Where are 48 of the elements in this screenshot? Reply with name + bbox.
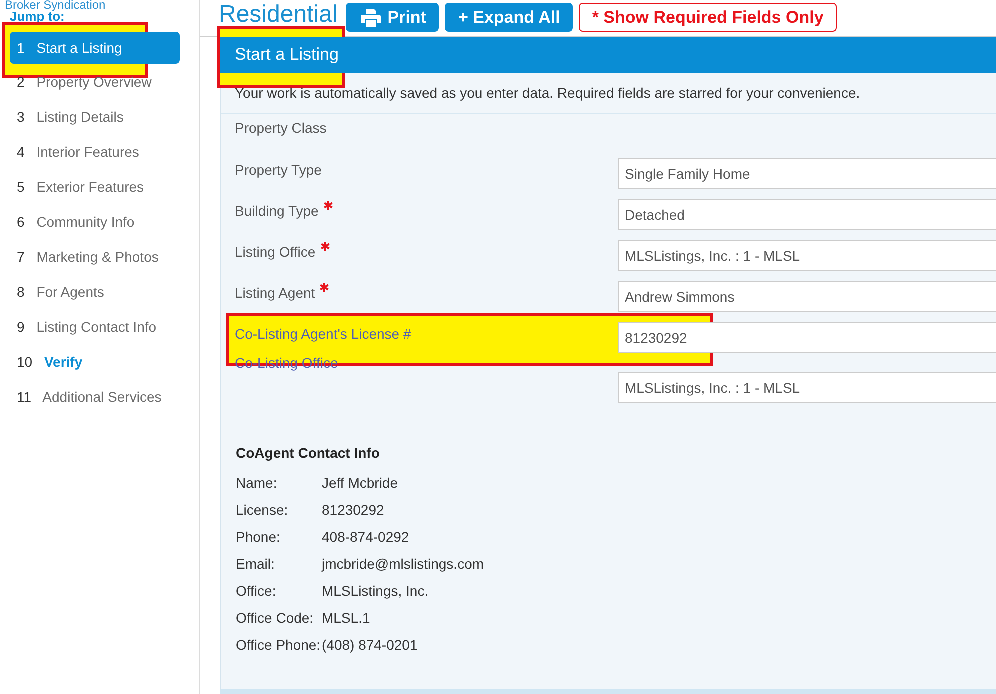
- notice-text: Your work is automatically saved as you enter data. Required fields are starred for your convenience.: [221, 73, 996, 114]
- field-label: Co-Listing Office: [235, 355, 338, 371]
- sidebar-item[interactable]: 11 Additional Services: [10, 379, 180, 414]
- sidebar-item[interactable]: 9 Listing Contact Info: [10, 309, 180, 344]
- sidebar-item[interactable]: 10 Verify: [10, 344, 180, 379]
- contact-label: Office Phone:: [236, 636, 321, 655]
- contact-value: (408) 874-0201: [322, 636, 418, 655]
- field-label: Building Type: [235, 203, 319, 219]
- sidebar-item[interactable]: 6 Community Info: [10, 204, 180, 239]
- sidebar-item[interactable]: 3 Listing Details: [10, 99, 180, 134]
- print-button[interactable]: Print: [346, 3, 440, 32]
- contact-value: 408-874-0292: [322, 528, 410, 547]
- section-title-bar: Start a Listing: [220, 37, 996, 73]
- printer-icon: [360, 8, 381, 26]
- contact-value: MLSL.1: [322, 609, 370, 628]
- sidebar-item[interactable]: 2 Property Overview: [10, 64, 180, 99]
- input-field[interactable]: Detached: [618, 199, 996, 230]
- contact-title: CoAgent Contact Info: [236, 445, 381, 461]
- contact-label: Email:: [236, 555, 275, 574]
- contact-label: Office:: [236, 582, 276, 601]
- input-field[interactable]: MLSListings, Inc. : 1 - MLSL: [618, 240, 996, 271]
- sidebar-item[interactable]: 4 Interior Features: [10, 134, 180, 169]
- sidebar-item[interactable]: 8 For Agents: [10, 274, 180, 309]
- contact-value: 81230292: [322, 501, 384, 520]
- input-field[interactable]: Single Family Home: [618, 158, 996, 189]
- field-label: Property Class: [235, 120, 327, 136]
- field-label: Listing Agent: [235, 285, 316, 301]
- sidebar-item[interactable]: 1 Start a Listing: [10, 32, 180, 64]
- contact-value: Jeff Mcbride: [322, 474, 398, 493]
- input-field[interactable]: Andrew Simmons: [618, 281, 996, 312]
- input-field[interactable]: MLSListings, Inc. : 1 - MLSL: [618, 372, 996, 403]
- sidebar-item[interactable]: 5 Exterior Features: [10, 169, 180, 204]
- contact-label: Office Code:: [236, 609, 314, 628]
- contact-value: MLSListings, Inc.: [322, 582, 429, 601]
- input-field[interactable]: 81230292: [618, 322, 996, 353]
- sidebar-heading: Broker Syndication: [5, 0, 107, 11]
- contact-label: License:: [236, 501, 288, 520]
- expand-all-button[interactable]: + Expand All: [445, 3, 574, 32]
- contact-label: Name:: [236, 474, 278, 493]
- sidebar-item[interactable]: 7 Marketing & Photos: [10, 239, 180, 274]
- required-fields-button[interactable]: * Show Required Fields Only: [579, 3, 837, 32]
- field-label: Property Type: [235, 162, 322, 178]
- contact-value: jmcbride@mlslistings.com: [322, 555, 484, 574]
- jump-to-label: Jump to:: [10, 11, 65, 23]
- contact-label: Phone:: [236, 528, 280, 547]
- field-label: Co-Listing Agent's License #: [235, 326, 412, 342]
- page-title: Residential: [219, 3, 338, 27]
- field-label: Listing Office: [235, 244, 316, 260]
